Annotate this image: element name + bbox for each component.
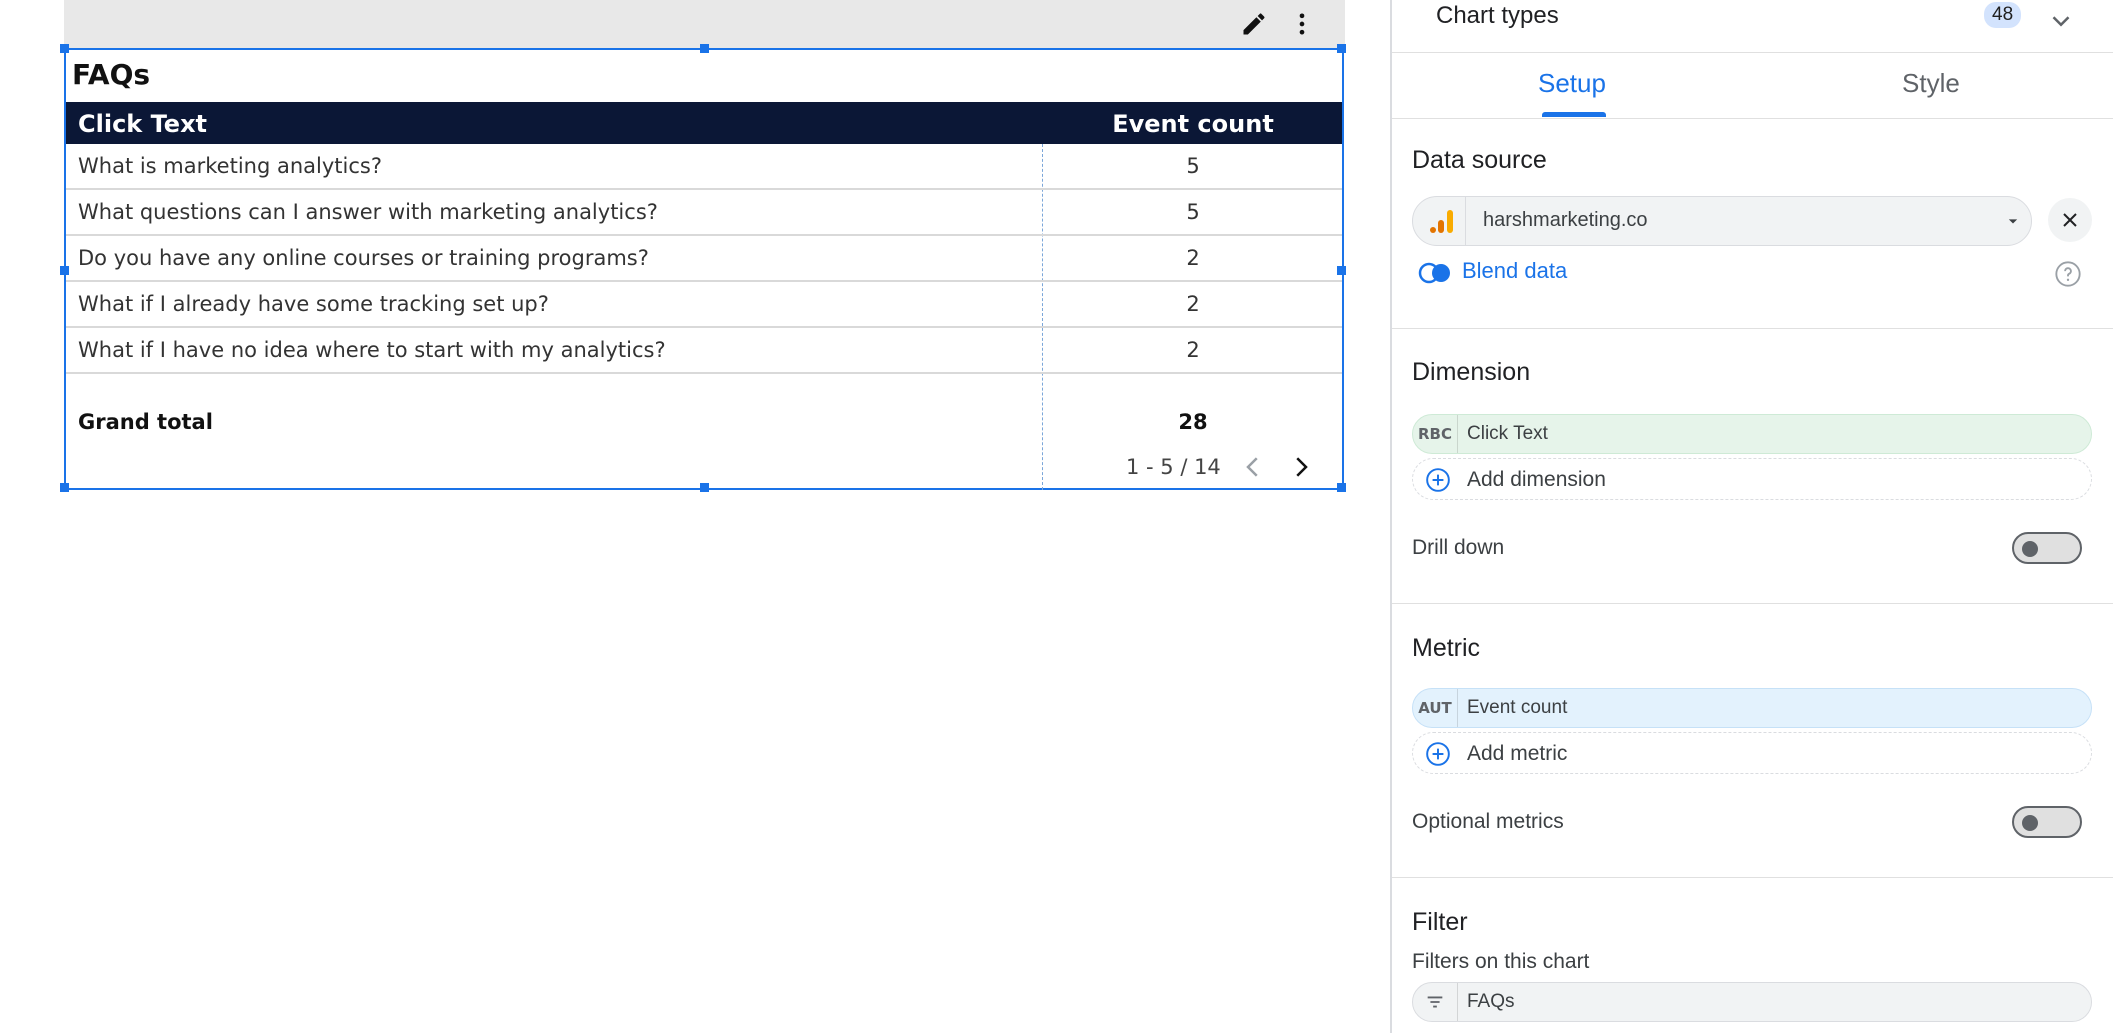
dimension-chip-click-text[interactable]: RBC Click Text bbox=[1412, 414, 2092, 454]
dimension-chip-label: Click Text bbox=[1467, 423, 1548, 444]
cell-click-text: What questions can I answer with marketi… bbox=[78, 200, 658, 224]
cell-event-count: 5 bbox=[1186, 154, 1200, 178]
dimension-type-tag: RBC bbox=[1413, 415, 1458, 453]
optional-metrics-label: Optional metrics bbox=[1412, 810, 1564, 833]
drill-down-toggle[interactable] bbox=[2012, 532, 2082, 564]
table-row[interactable]: Do you have any online courses or traini… bbox=[66, 236, 1342, 282]
resize-handle[interactable] bbox=[60, 483, 69, 492]
blend-icon[interactable] bbox=[1418, 262, 1452, 284]
separator bbox=[1465, 197, 1466, 245]
chevron-down-icon[interactable] bbox=[2046, 6, 2076, 36]
table-row[interactable]: What if I have no idea where to start wi… bbox=[66, 328, 1342, 374]
chevron-left-icon[interactable] bbox=[1238, 452, 1268, 482]
table-title: FAQs bbox=[72, 58, 151, 91]
cell-click-text: Do you have any online courses or traini… bbox=[78, 246, 649, 270]
filter-subtitle: Filters on this chart bbox=[1412, 950, 1590, 973]
chevron-right-icon[interactable] bbox=[1286, 452, 1316, 482]
cell-event-count: 2 bbox=[1186, 338, 1200, 362]
metric-title: Metric bbox=[1412, 634, 1481, 662]
drill-down-label: Drill down bbox=[1412, 536, 1505, 559]
chart-types-label: Chart types bbox=[1436, 2, 1559, 29]
metric-type-tag: AUT bbox=[1413, 689, 1458, 727]
toggle-knob bbox=[2022, 815, 2038, 831]
active-tab-indicator bbox=[1542, 112, 1606, 117]
add-circle-icon bbox=[1426, 468, 1450, 492]
optional-metrics-toggle[interactable] bbox=[2012, 806, 2082, 838]
properties-panel: Chart types 48 Setup Style Data source h… bbox=[1390, 0, 2113, 1033]
cell-click-text: What is marketing analytics? bbox=[78, 154, 382, 178]
add-dimension-label: Add dimension bbox=[1467, 468, 1606, 491]
toggle-knob bbox=[2022, 541, 2038, 557]
section-divider bbox=[1392, 877, 2113, 878]
filter-chip-label: FAQs bbox=[1467, 991, 1515, 1012]
column-header-click-text[interactable]: Click Text bbox=[78, 110, 207, 138]
cell-click-text: What if I have no idea where to start wi… bbox=[78, 338, 666, 362]
chart-types-count-badge: 48 bbox=[1984, 2, 2022, 28]
resize-handle[interactable] bbox=[60, 44, 69, 53]
metric-chip-event-count[interactable]: AUT Event count bbox=[1412, 688, 2092, 728]
pagination-text: 1 - 5 / 14 bbox=[1126, 455, 1221, 479]
panel-tabs: Setup Style bbox=[1392, 52, 2113, 119]
metric-chip-label: Event count bbox=[1467, 697, 1568, 718]
analytics-logo-icon bbox=[1430, 210, 1453, 233]
grand-total-label: Grand total bbox=[78, 410, 213, 434]
table-header-row: Click Text Event count bbox=[66, 102, 1342, 144]
tab-style[interactable]: Style bbox=[1902, 68, 1960, 99]
filter-title: Filter bbox=[1412, 908, 1468, 936]
cell-event-count: 5 bbox=[1186, 200, 1200, 224]
table-chart[interactable]: FAQs Click Text Event count What is mark… bbox=[60, 44, 1346, 492]
table-row[interactable]: What questions can I answer with marketi… bbox=[66, 190, 1342, 236]
dropdown-caret-icon[interactable] bbox=[2003, 211, 2023, 231]
dimension-title: Dimension bbox=[1412, 358, 1531, 386]
blend-data-link[interactable]: Blend data bbox=[1462, 258, 1567, 284]
chart-types-header[interactable]: Chart types 48 bbox=[1392, 0, 2113, 53]
add-metric-label: Add metric bbox=[1467, 742, 1568, 765]
table-row[interactable]: What is marketing analytics? 5 bbox=[66, 144, 1342, 190]
tab-setup[interactable]: Setup bbox=[1538, 68, 1606, 99]
close-icon bbox=[2063, 213, 2077, 227]
add-dimension-button[interactable]: Add dimension bbox=[1412, 458, 2092, 500]
data-source-selector[interactable]: harshmarketing.co bbox=[1412, 196, 2032, 246]
section-divider bbox=[1392, 603, 2113, 604]
resize-handle[interactable] bbox=[1337, 44, 1346, 53]
chart-header-bar bbox=[64, 0, 1345, 48]
more-vert-icon[interactable] bbox=[1288, 10, 1316, 38]
filter-chip-faqs[interactable]: FAQs bbox=[1412, 982, 2092, 1022]
column-header-event-count[interactable]: Event count bbox=[1044, 110, 1342, 138]
remove-data-source-button[interactable] bbox=[2048, 198, 2092, 242]
filter-icon bbox=[1413, 983, 1458, 1021]
cell-event-count: 2 bbox=[1186, 292, 1200, 316]
help-icon[interactable] bbox=[2054, 260, 2082, 288]
cell-event-count: 2 bbox=[1186, 246, 1200, 270]
grand-total-value: 28 bbox=[1178, 410, 1208, 434]
resize-handle[interactable] bbox=[1337, 483, 1346, 492]
section-divider bbox=[1392, 328, 2113, 329]
add-metric-button[interactable]: Add metric bbox=[1412, 732, 2092, 774]
data-source-name: harshmarketing.co bbox=[1483, 209, 1648, 231]
data-source-title: Data source bbox=[1412, 146, 1547, 174]
resize-handle[interactable] bbox=[700, 483, 709, 492]
table-row[interactable]: What if I already have some tracking set… bbox=[66, 282, 1342, 328]
resize-handle[interactable] bbox=[700, 44, 709, 53]
add-circle-icon bbox=[1426, 742, 1450, 766]
pencil-icon[interactable] bbox=[1240, 10, 1268, 38]
cell-click-text: What if I already have some tracking set… bbox=[78, 292, 549, 316]
